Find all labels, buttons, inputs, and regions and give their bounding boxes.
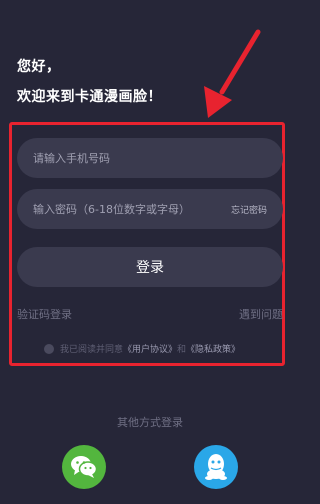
- user-agreement-link[interactable]: 《用户协议》: [123, 342, 177, 355]
- agreement-checkbox[interactable]: [44, 343, 54, 354]
- phone-input-placeholder: 请输入手机号码: [33, 152, 110, 165]
- other-login-label: 其他方式登录: [117, 416, 183, 429]
- phone-input[interactable]: 请输入手机号码: [17, 138, 283, 178]
- wechat-login-button[interactable]: [62, 445, 106, 489]
- sms-login-link[interactable]: 验证码登录: [17, 306, 72, 322]
- help-link[interactable]: 遇到问题: [239, 306, 283, 322]
- greeting-line-1: 您好，: [17, 59, 61, 75]
- privacy-policy-link[interactable]: 《隐私政策》: [186, 342, 240, 355]
- qq-login-button[interactable]: [194, 445, 238, 489]
- password-input-placeholder: 输入密码（6-18位数字或字母）: [33, 203, 190, 216]
- greeting-line-2: 欢迎来到卡通漫画脸！: [17, 89, 162, 105]
- agreement-prefix: 我已阅读并同意: [60, 345, 124, 355]
- login-button[interactable]: 登录: [17, 247, 283, 287]
- forgot-password-link[interactable]: 忘记密码: [231, 203, 267, 216]
- agreement-row: 我已阅读并同意 《用户协议》 和 《隐私政策》: [44, 342, 240, 355]
- password-input[interactable]: 输入密码（6-18位数字或字母） 忘记密码: [17, 189, 283, 229]
- agreement-and: 和: [177, 345, 187, 355]
- wechat-icon: [71, 456, 98, 478]
- qq-icon: [205, 454, 227, 480]
